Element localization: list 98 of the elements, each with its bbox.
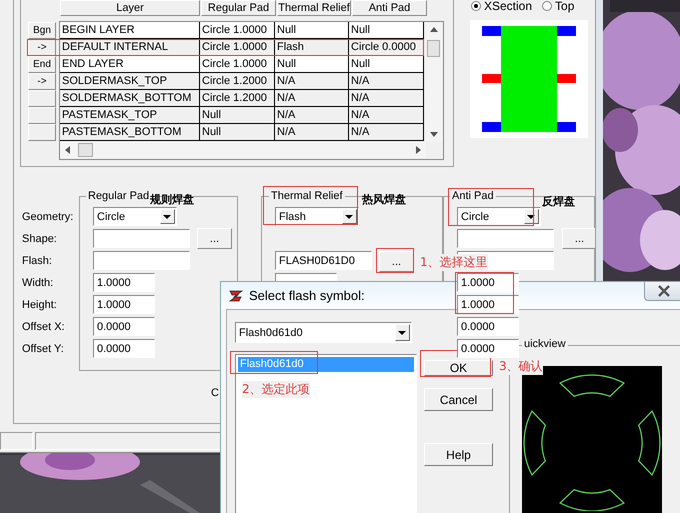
group-title: Thermal Relief [269,190,345,202]
radio-icon[interactable] [471,1,481,11]
scroll-thumb[interactable] [427,40,440,57]
table-cell: Circle 1.2000 [200,73,275,90]
table-cell: SOLDERMASK_TOP [60,73,200,90]
table-cell: PASTEMASK_BOTTOM [60,124,200,141]
table-cell: N/A [349,90,424,107]
row-button[interactable]: Bgn [28,22,56,39]
table-cell: Null [275,22,349,39]
input-field[interactable]: 0.0000 [93,317,155,336]
input-field[interactable]: 1.0000 [457,295,519,314]
dialog-button[interactable]: OK [424,360,493,376]
flash-field[interactable] [93,251,190,270]
field-label: Offset X: [22,320,66,334]
input-field[interactable]: 1.0000 [457,273,519,292]
flash-field[interactable]: FLASH0D61D0 [275,251,372,270]
field-label: Offset Y: [22,342,65,356]
app-icon [229,288,243,302]
table-cell: PASTEMASK_TOP [60,107,200,124]
symbol-combo[interactable]: Flash0d61d0 [235,322,412,343]
table-cell: Circle 1.2000 [200,90,275,107]
status-pane [0,432,33,450]
field-label: Flash: [22,254,53,268]
column-header: Thermal Relief [277,0,351,16]
row-button[interactable]: End [28,56,56,73]
annotation-text: 2、选定此项 [242,381,310,398]
table-cell: Null [275,56,349,73]
table-cell: N/A [349,124,424,141]
table-cell: Circle 1.0000 [200,56,275,73]
table-cell: BEGIN LAYER [60,22,200,39]
table-cell: SOLDERMASK_BOTTOM [60,90,200,107]
group-title: Regular Pad [86,190,152,202]
table-cell: N/A [349,73,424,90]
dropdown-button[interactable] [160,209,175,224]
table-cell: N/A [275,73,349,90]
shape-field[interactable] [93,229,190,248]
input-field[interactable]: 1.0000 [93,273,155,292]
browse-button[interactable]: ... [562,228,597,249]
input-field[interactable]: 1.0000 [93,295,155,314]
dropdown-button[interactable] [395,324,410,341]
browse-button[interactable]: ... [379,251,414,272]
group-note: 规则焊盘 [150,192,194,207]
dropdown-button[interactable] [342,209,357,224]
row-button[interactable] [28,90,56,107]
view-radio[interactable]: XSection [471,0,532,13]
column-header: Regular Pad [201,0,276,16]
down-arrow-icon[interactable] [430,132,438,137]
field-label: Height: [22,298,58,312]
label-text: C [211,387,219,399]
up-arrow-icon[interactable] [430,27,438,32]
table-cell: Null [200,107,275,124]
table-cell: END LAYER [60,56,200,73]
table-cell: N/A [275,90,349,107]
caret-icon[interactable] [398,331,406,335]
dialog-title: Select flash symbol: [249,288,365,303]
table-cell: Null [349,56,424,73]
field-label: Geometry: [22,210,74,224]
table-cell: N/A [275,124,349,141]
right-arrow-icon[interactable] [416,146,421,154]
group-note: 反焊盘 [542,194,575,209]
geometry-select[interactable]: Flash [275,207,359,226]
annotation-text: 1、选择这里 [420,254,488,271]
annotation-text: 3、确认 [499,358,543,375]
dialog-button[interactable]: Help [424,443,493,466]
caret-icon[interactable] [345,215,353,219]
table-cell: Null [349,22,424,39]
row-button[interactable] [28,107,56,124]
group-title: Anti Pad [450,190,496,202]
close-icon[interactable] [657,285,671,297]
column-header: Layer [60,0,200,16]
row-button[interactable] [28,124,56,141]
shape-field[interactable] [457,229,554,248]
table-cell: N/A [349,107,424,124]
geometry-select[interactable]: Circle [457,207,541,226]
scroll-thumb[interactable] [78,143,93,157]
group-note: 热风焊盘 [362,192,406,207]
group-title: uickview [522,338,568,350]
column-header: Anti Pad [352,0,427,16]
field-label: Shape: [22,232,58,246]
close-button[interactable] [644,282,680,301]
row-button[interactable]: -> [28,73,56,90]
table-cell: Circle 1.0000 [200,22,275,39]
horizontal-scrollbar[interactable] [60,142,426,158]
table-cell: N/A [275,107,349,124]
input-field[interactable]: 0.0000 [457,339,519,358]
geometry-select[interactable]: Circle [93,207,177,226]
left-arrow-icon[interactable] [65,146,70,154]
dialog-button[interactable]: Cancel [424,388,493,411]
caret-icon[interactable] [163,215,171,219]
radio-icon[interactable] [542,1,552,11]
input-field[interactable]: 0.0000 [93,339,155,358]
vertical-scrollbar[interactable] [426,22,442,142]
field-label: Width: [22,276,54,290]
dropdown-button[interactable] [524,209,539,224]
input-field[interactable]: 0.0000 [457,317,519,336]
browse-button[interactable]: ... [197,228,232,249]
view-radio[interactable]: Top [542,0,574,13]
table-cell: Null [200,124,275,141]
